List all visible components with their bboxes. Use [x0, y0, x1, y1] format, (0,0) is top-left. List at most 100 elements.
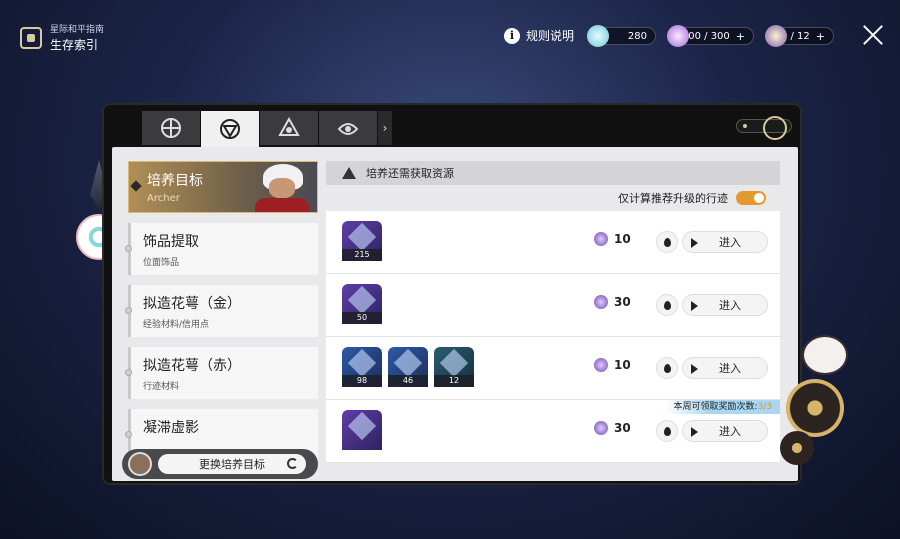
enter-button[interactable]: 进入 — [682, 231, 768, 253]
list-dot-icon — [125, 245, 132, 252]
list-dot-icon — [125, 307, 132, 314]
material-item[interactable]: 215 — [342, 221, 382, 261]
list-item-title: 拟造花萼（金） — [143, 296, 241, 312]
character-portrait — [245, 162, 317, 212]
resources-panel: 培养还需获取资源 仅计算推荐升级的行迹 215 10 进入 50 30 进入 9… — [326, 161, 780, 481]
brand-title: 生存索引 — [50, 38, 99, 52]
material-count: 98 — [342, 375, 382, 387]
add-fuel-button[interactable]: + — [816, 30, 825, 43]
recommended-only-toggle[interactable] — [736, 191, 766, 205]
list-item-title: 饰品提取 — [143, 234, 199, 250]
list-dot-icon — [125, 369, 132, 376]
tab-dimension-icon — [220, 119, 240, 139]
tab-trident-icon — [278, 117, 300, 136]
arrow-right-icon — [691, 301, 698, 311]
trailblaze-power-icon — [594, 295, 608, 309]
enter-button[interactable]: 进入 — [682, 294, 768, 316]
pom-pom-icon — [802, 335, 848, 375]
top-bar: 星际和平指南 生存索引 i 规则说明 280 300 / 300 + 0 / 1… — [0, 0, 900, 70]
avatar — [128, 452, 152, 476]
guide-book-icon — [20, 26, 42, 49]
trailblaze-power-icon — [594, 232, 608, 246]
material-item[interactable]: 46 — [388, 347, 428, 387]
list-item-calyx-golden[interactable]: 拟造花萼（金） 经验材料/信用点 — [125, 285, 318, 337]
tab-trident[interactable] — [260, 111, 318, 145]
rules-button[interactable]: i 规则说明 — [504, 27, 574, 44]
locate-button[interactable] — [656, 294, 678, 316]
power-cost: 30 — [594, 295, 631, 309]
list-item-title: 凝滞虚影 — [143, 420, 199, 436]
list-item: 215 10 进入 — [326, 211, 780, 274]
tab-guide[interactable] — [142, 111, 200, 145]
cost-value: 30 — [614, 421, 631, 435]
change-target-button[interactable]: 更换培养目标 — [158, 454, 306, 474]
arrow-right-icon — [691, 427, 698, 437]
tab-guide-icon — [161, 118, 181, 138]
list-item-relic-extraction[interactable]: 饰品提取 位面饰品 — [125, 223, 318, 275]
cultivation-target-card[interactable]: 培养目标 Archer — [128, 161, 318, 213]
panel-content: 培养目标 Archer 饰品提取 位面饰品 拟造花萼（金） 经验材料/信用点 拟… — [112, 147, 798, 481]
change-target-bar: 更换培养目标 — [122, 449, 318, 479]
target-title: 培养目标 — [147, 173, 203, 189]
map-pin-icon — [663, 300, 671, 310]
category-tabs: › — [142, 111, 392, 147]
weekly-reward-value: 3/3 — [757, 402, 772, 412]
currency-stellar-jade: 280 — [587, 25, 656, 47]
calyx-list: 培养目标 Archer 饰品提取 位面饰品 拟造花萼（金） 经验材料/信用点 拟… — [125, 161, 318, 461]
material-icon — [347, 348, 377, 378]
tab-dimension[interactable] — [201, 111, 259, 147]
locate-button[interactable] — [656, 231, 678, 253]
enter-label: 进入 — [719, 425, 741, 438]
brand-subtitle: 星际和平指南 — [50, 25, 105, 35]
survival-index-panel: › 培养目标 Archer 饰品提取 位面饰品 拟造花萼（金） 经验材料/信用点 — [102, 103, 802, 485]
trailblaze-power-icon — [594, 358, 608, 372]
flower-icon — [786, 379, 844, 437]
list-dot-icon — [125, 431, 132, 438]
trailblaze-power-icon — [667, 25, 689, 47]
resource-list: 215 10 进入 50 30 进入 98 46 12 10 进入 本周可领取奖… — [326, 211, 780, 463]
weekly-reward-label: 本周可领取奖励次数: — [673, 402, 758, 412]
enter-label: 进入 — [719, 236, 741, 249]
enter-button[interactable]: 进入 — [682, 420, 768, 442]
material-item[interactable]: 50 — [342, 284, 382, 324]
map-pin-icon — [663, 363, 671, 373]
cost-value: 10 — [614, 358, 631, 372]
material-count: 215 — [342, 249, 382, 261]
enter-button[interactable]: 进入 — [682, 357, 768, 379]
power-cost: 10 — [594, 358, 631, 372]
map-pin-icon — [663, 237, 671, 247]
list-item-subtitle: 经验材料/信用点 — [143, 320, 210, 330]
locate-button[interactable] — [656, 357, 678, 379]
material-count: 12 — [434, 375, 474, 387]
material-count: 50 — [342, 312, 382, 324]
triangle-icon — [342, 167, 356, 179]
add-power-button[interactable]: + — [736, 30, 745, 43]
power-cost: 30 — [594, 421, 631, 435]
tab-lotus-icon — [337, 123, 359, 135]
material-icon — [439, 348, 469, 378]
decorative-pom-pom-ornament — [780, 335, 850, 465]
list-item-calyx-crimson[interactable]: 拟造花萼（赤） 行迹材料 — [125, 347, 318, 399]
resources-header-label: 培养还需获取资源 — [366, 167, 454, 180]
target-character-name: Archer — [147, 193, 180, 204]
panel-emblem-badge — [736, 116, 792, 140]
tab-lotus[interactable] — [319, 111, 377, 145]
close-icon[interactable] — [862, 24, 884, 46]
material-count: 46 — [388, 375, 428, 387]
cost-value: 30 — [614, 295, 631, 309]
material-item[interactable]: 12 — [434, 347, 474, 387]
list-item: 98 46 12 10 进入 — [326, 337, 780, 400]
material-item[interactable]: 98 — [342, 347, 382, 387]
locate-button[interactable] — [656, 420, 678, 442]
list-item-title: 拟造花萼（赤） — [143, 358, 241, 374]
weekly-reward-badge: 本周可领取奖励次数:3/3 — [665, 400, 780, 414]
material-item[interactable] — [342, 410, 382, 450]
info-icon: i — [504, 27, 520, 44]
refresh-icon — [287, 458, 298, 469]
tabs-next-button[interactable]: › — [378, 111, 392, 145]
enter-label: 进入 — [719, 362, 741, 375]
map-pin-icon — [663, 426, 671, 436]
recommended-only-row: 仅计算推荐升级的行迹 — [326, 185, 780, 211]
stellar-jade-icon — [587, 25, 609, 47]
arrow-right-icon — [691, 238, 698, 248]
